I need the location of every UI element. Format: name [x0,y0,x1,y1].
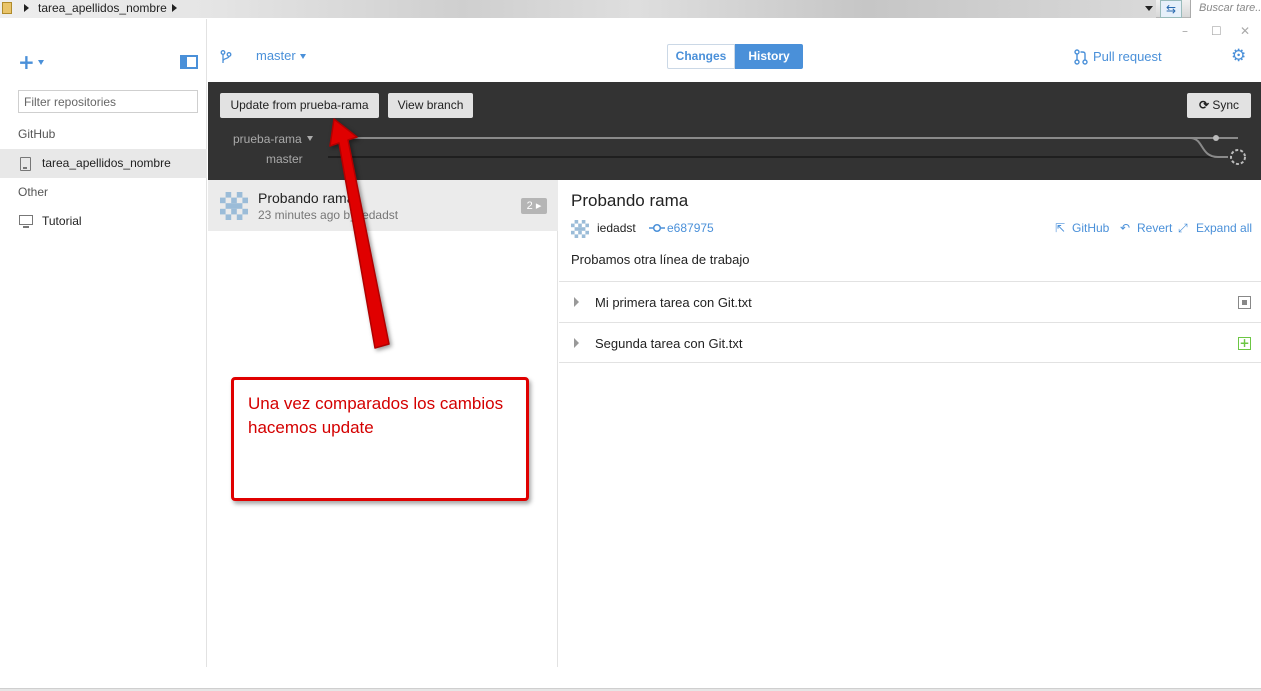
toggle-sidebar-icon[interactable] [180,55,198,69]
repo-icon [20,157,31,171]
avatar [571,220,589,238]
explorer-path-text[interactable]: tarea_apellidos_nombre [38,1,167,15]
commit-author: iedadst [597,221,636,235]
filter-repositories-input[interactable] [18,90,198,113]
chevron-down-icon[interactable] [38,60,44,65]
added-status-icon: + [1238,336,1251,350]
commit-detail-title: Probando rama [571,191,689,210]
changed-file-name: Segunda tarea con Git.txt [595,336,743,351]
compare-branch-bar: Update from prueba-rama View branch ⟳ Sy… [208,82,1261,180]
chevron-right-icon[interactable] [172,4,177,12]
chevron-right-icon[interactable] [574,338,579,348]
commit-icon [649,223,665,233]
branch-icon [220,50,232,63]
list-item[interactable]: Probando rama 23 minutes ago by iedadst … [208,180,558,231]
app-window: tarea_apellidos_nombre ⇆ Buscar tare... … [0,0,1261,691]
branch-graph [328,135,1246,165]
commit-description: Probamos otra línea de trabajo [571,252,750,267]
minimize-icon[interactable]: – [1182,24,1188,38]
commit-meta: 23 minutes ago by iedadst [258,208,399,222]
avatar [220,192,248,220]
modified-status-icon [1238,296,1251,309]
tab-history[interactable]: History [735,44,803,69]
sidebar-item-label: Tutorial [42,214,82,228]
expand-icon[interactable]: ⤢ [1178,221,1188,236]
section-heading-other: Other [18,185,49,199]
pull-request-icon[interactable] [1074,49,1088,65]
explorer-breadcrumb[interactable]: tarea_apellidos_nombre [0,0,1156,18]
tab-changes[interactable]: Changes [667,44,735,69]
chevron-down-icon[interactable] [1145,6,1153,11]
annotation-callout: Una vez comparados los cambios hacemos u… [231,377,529,501]
commit-title: Probando rama [258,190,355,206]
refresh-icon[interactable]: ⇆ [1160,0,1182,18]
sidebar-item-label: tarea_apellidos_nombre [42,156,171,170]
chevron-right-icon[interactable] [574,297,579,307]
changed-file-row[interactable]: Segunda tarea con Git.txt + [559,322,1261,363]
commit-dot [1213,135,1219,141]
pull-request-button[interactable]: Pull request [1093,49,1162,64]
external-link-icon[interactable]: ⇱ [1055,221,1065,235]
monitor-icon [19,215,33,228]
sidebar-item-tutorial[interactable]: Tutorial [0,209,207,235]
sidebar-item-repository[interactable]: tarea_apellidos_nombre [0,149,207,178]
chevron-down-icon[interactable] [300,54,306,59]
changed-file-name: Mi primera tarea con Git.txt [595,295,752,310]
repository-sidebar: + GitHub tarea_apellidos_nombre Other Tu… [0,19,207,667]
explorer-search-input[interactable]: Buscar tare... [1190,0,1261,18]
section-heading-github: GitHub [18,127,56,141]
commit-sha-link[interactable]: e687975 [667,221,714,235]
close-icon[interactable]: ✕ [1240,24,1250,38]
view-on-github-link[interactable]: GitHub [1072,221,1109,235]
add-repository-button[interactable]: + [18,52,35,72]
commit-detail-pane: Probando rama iedadst e687975 ⇱ GitHub ↶… [559,180,1261,667]
head-commit-marker [1230,149,1246,165]
folder-icon [2,2,12,14]
revert-icon[interactable]: ↶ [1120,221,1130,235]
maximize-icon[interactable]: ☐ [1211,24,1222,38]
changed-files-badge: 2 ▸ [521,198,547,214]
explorer-address-bar: tarea_apellidos_nombre ⇆ Buscar tare... [0,0,1261,18]
revert-link[interactable]: Revert [1137,221,1172,235]
changed-file-row[interactable]: Mi primera tarea con Git.txt [559,281,1261,322]
current-branch-selector[interactable]: master [256,48,296,63]
chevron-right-icon [24,4,29,12]
gear-icon[interactable]: ⚙ [1231,47,1246,65]
changed-files-count: 2 [526,200,533,212]
expand-all-link[interactable]: Expand all [1196,221,1252,235]
